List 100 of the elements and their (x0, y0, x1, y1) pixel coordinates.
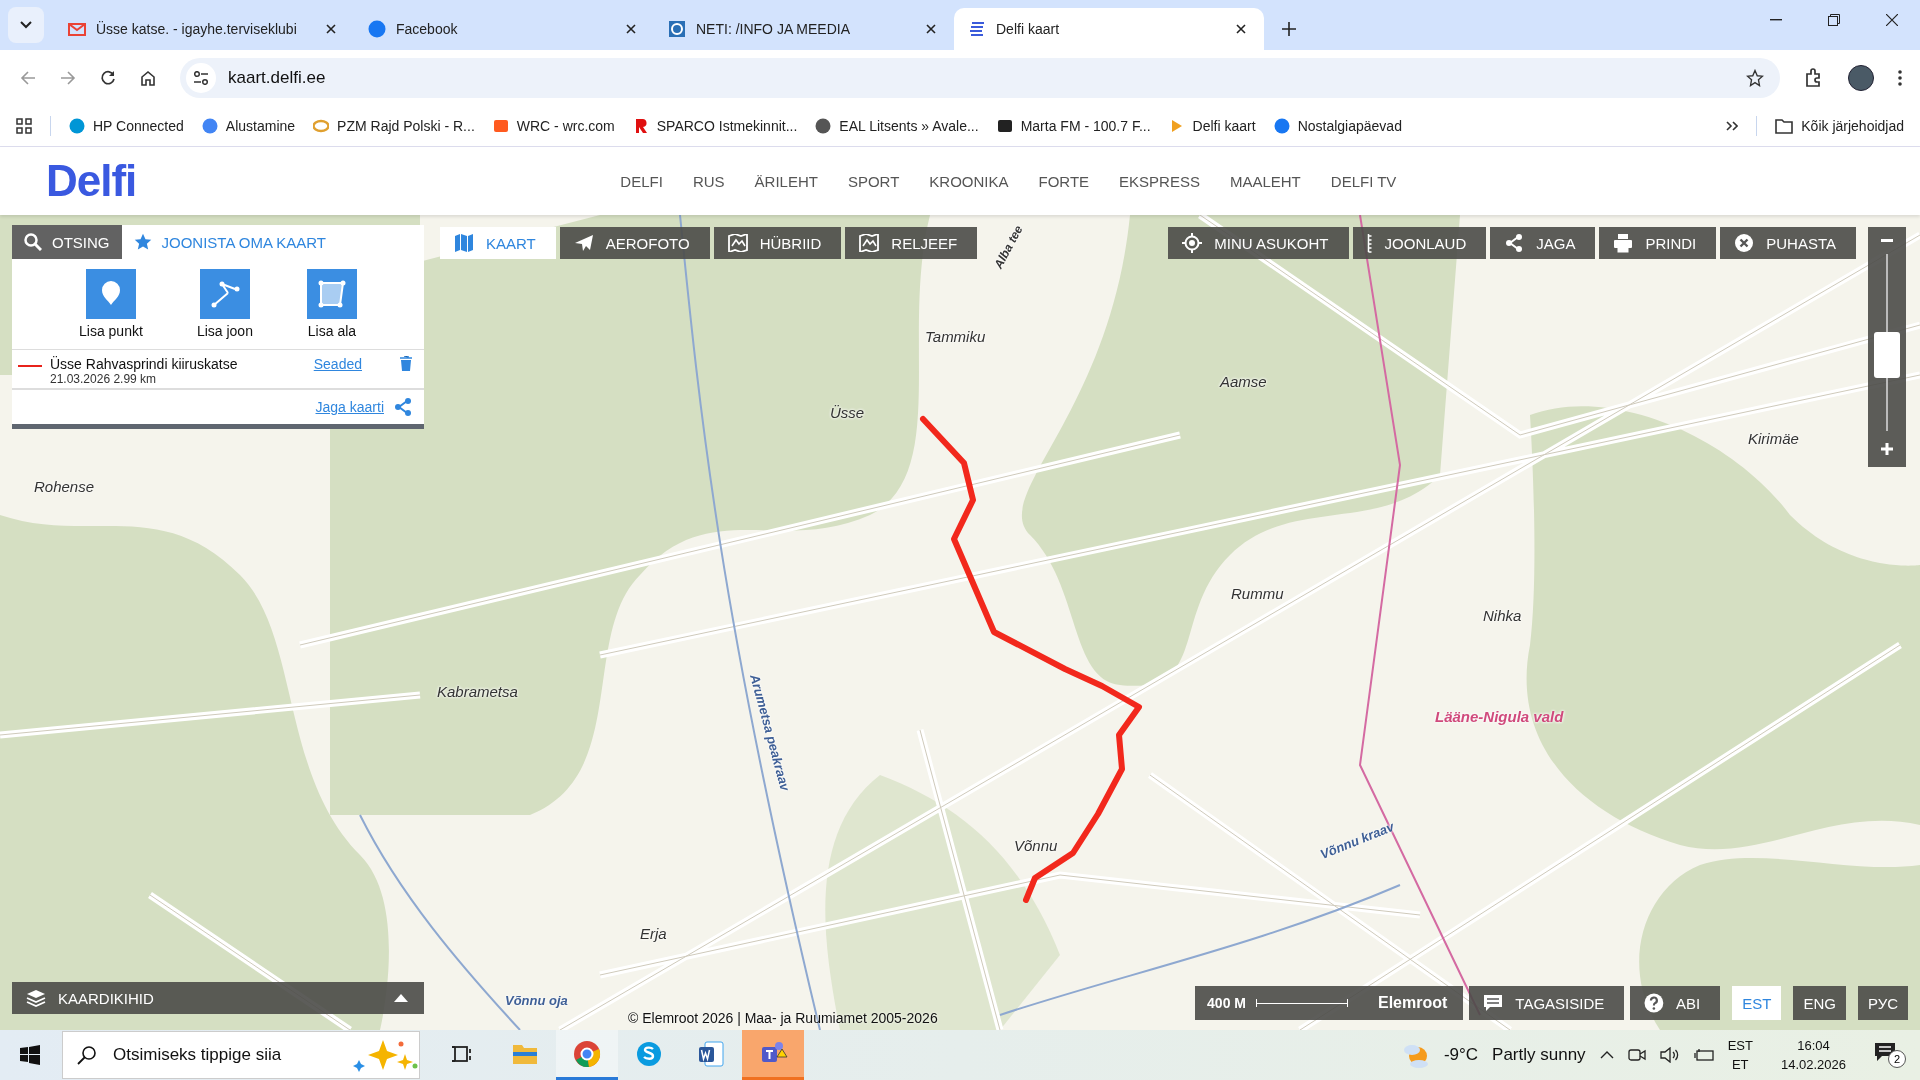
route-line[interactable] (920, 416, 1142, 903)
battery-icon[interactable] (1693, 1049, 1714, 1061)
new-tab-icon[interactable] (1282, 22, 1296, 36)
add-tool-button[interactable]: Lisa ala (306, 269, 357, 339)
zoom-in-icon[interactable] (1881, 443, 1893, 455)
site-logo[interactable]: Delfi (46, 156, 137, 206)
bookmark-link[interactable]: HP Connected (69, 118, 184, 134)
reload-icon[interactable] (100, 70, 116, 86)
notification-count: 2 (1888, 1050, 1906, 1068)
map-type-button[interactable]: HÜBRIID (713, 227, 842, 259)
nav-link[interactable]: SPORT (847, 172, 900, 190)
help-icon (1644, 993, 1665, 1013)
add-tool-button[interactable]: Lisa joon (196, 269, 253, 339)
nav-link[interactable]: FORTE (1038, 172, 1090, 190)
add-tool-button[interactable]: Lisa punkt (79, 269, 143, 339)
windows-logo-icon[interactable] (20, 1045, 40, 1065)
settings-link[interactable]: Seaded (313, 356, 362, 372)
map-label: Rohense (34, 478, 95, 495)
nav-link[interactable]: DELFI (620, 172, 663, 190)
drawing-title[interactable]: Üsse Rahvasprindi kiiruskatse (50, 356, 306, 372)
close-icon (1734, 233, 1755, 253)
site-icon (668, 20, 686, 38)
map-label: Aamse (1220, 373, 1267, 390)
clock[interactable]: 16:04 14.02.2026 (1766, 1038, 1860, 1072)
map-label: Rummu (1231, 585, 1284, 602)
tab-search-button[interactable] (8, 7, 44, 43)
layers-icon (26, 989, 46, 1007)
forward-icon[interactable] (60, 70, 76, 86)
bookmark-link[interactable]: Nostalgiapäevad (1273, 118, 1402, 134)
hybrid-map-icon (727, 234, 748, 252)
folded-map-icon (454, 234, 474, 252)
bookmark-link[interactable]: Marta FM - 100.7 F... (996, 118, 1151, 134)
browser-tab[interactable]: NETI: /INFO JA MEEDIA (654, 8, 954, 50)
camera-icon[interactable] (1627, 1047, 1646, 1063)
zoom-handle[interactable] (1874, 331, 1900, 378)
browser-tab[interactable]: Üsse katse. - igayhe.terviseklubi (54, 8, 354, 50)
polygon-icon (306, 269, 357, 319)
share-icon (1504, 233, 1525, 253)
polyline-icon (199, 269, 250, 319)
map-label: Võnnu (1014, 837, 1058, 854)
map-label: Üsse (830, 404, 865, 421)
bookmark-link[interactable]: Delfi kaart (1168, 118, 1256, 134)
map-type-button[interactable]: KAART (440, 227, 556, 259)
share-map-link[interactable]: Jaga kaarti (315, 399, 384, 415)
tab-title: Delfi kaart (996, 21, 1061, 37)
input-language-indicator[interactable]: EST ET (1727, 1038, 1753, 1072)
search-icon (24, 233, 42, 251)
nav-link[interactable]: MAALEHT (1229, 172, 1301, 190)
apps-grid-icon[interactable] (16, 118, 32, 134)
brand-text: Elemroot (1378, 994, 1448, 1012)
map-tool-button[interactable]: PRINDI (1599, 227, 1717, 259)
share-icon[interactable] (394, 398, 412, 416)
help-button[interactable]: ABI (1630, 986, 1721, 1020)
chevron-up-icon[interactable] (1599, 1051, 1614, 1059)
all-bookmarks-link[interactable]: Kõik järjehoidjad (1775, 118, 1904, 134)
menu-icon[interactable] (1898, 70, 1902, 86)
back-icon[interactable] (20, 70, 36, 86)
map-tool-button[interactable]: JAGA (1490, 227, 1596, 259)
bookmark-link[interactable]: EAL Litsents » Avale... (815, 118, 979, 134)
map-tool-button[interactable]: MINU ASUKOHT (1168, 227, 1349, 259)
bookmark-link[interactable]: PZM Rajd Polski - R... (313, 118, 475, 134)
trash-icon[interactable] (400, 356, 412, 371)
site-settings-icon[interactable] (186, 63, 216, 93)
map-tool-button[interactable]: PUHASTA (1720, 227, 1856, 259)
minimize-icon[interactable] (1770, 19, 1782, 21)
map-layers-button[interactable]: KAARDIKIHID (12, 982, 424, 1014)
close-icon[interactable] (1886, 14, 1898, 26)
language-button[interactable]: РУС (1857, 986, 1908, 1020)
nav-link[interactable]: EKSPRESS (1119, 172, 1200, 190)
map-type-button[interactable]: RELJEEF (845, 227, 978, 259)
map-type-button[interactable]: AEROFOTO (559, 227, 710, 259)
home-icon[interactable] (140, 70, 156, 86)
browser-tab[interactable]: Delfi kaart (954, 8, 1264, 50)
nav-link[interactable]: ÄRILEHT (754, 172, 818, 190)
bookmark-link[interactable]: SPARCO Istmekinnit... (632, 118, 798, 134)
address-field[interactable]: kaart.delfi.ee (180, 58, 1780, 98)
language-button[interactable]: ENG (1793, 986, 1846, 1020)
language-button[interactable]: EST (1732, 986, 1782, 1020)
more-bookmarks-icon[interactable] (1726, 121, 1739, 131)
drawing-meta: 21.03.2026 2.99 km (50, 372, 158, 386)
restore-icon[interactable] (1828, 14, 1840, 26)
taskbar-search-field[interactable]: Otsimiseks tippige siia (62, 1031, 420, 1079)
browser-tab[interactable]: Facebook (354, 8, 654, 50)
bookmark-link[interactable]: Alustamine (201, 118, 296, 134)
search-input[interactable]: Otsimiseks tippige siia (111, 1044, 339, 1066)
map-tool-button[interactable]: JOONLAUD (1352, 227, 1487, 259)
profile-avatar[interactable] (1848, 65, 1874, 91)
panel-tab[interactable]: OTSING (12, 225, 122, 259)
document-app-icon (696, 1038, 726, 1069)
bookmark-link[interactable]: WRC - wrc.com (492, 118, 615, 134)
feedback-button[interactable]: TAGASISIDE (1469, 986, 1625, 1020)
speaker-icon[interactable] (1659, 1047, 1680, 1063)
temperature-text[interactable]: -9°C (1443, 1045, 1479, 1065)
zoom-slider[interactable] (1868, 227, 1906, 467)
nav-link[interactable]: KROONIKA (929, 172, 1009, 190)
nav-link[interactable]: DELFI TV (1330, 172, 1397, 190)
mail-icon (68, 20, 86, 38)
weather-text[interactable]: Partly sunny (1492, 1045, 1586, 1065)
nav-link[interactable]: RUS (692, 172, 725, 190)
bookmark-star-icon[interactable] (1746, 69, 1764, 87)
